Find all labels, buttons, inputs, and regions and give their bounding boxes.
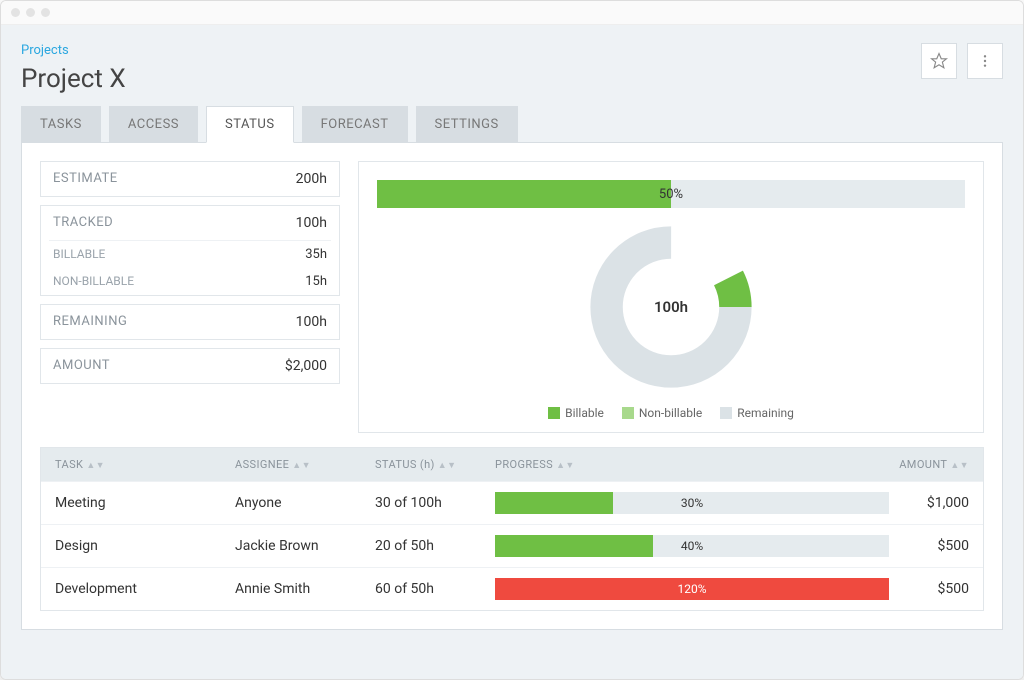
donut-chart: 100h [586, 222, 756, 392]
stat-value: 200h [296, 171, 327, 187]
stat-label: TRACKED [53, 215, 113, 231]
stat-estimate: ESTIMATE 200h [40, 161, 340, 197]
cell-status: 20 of 50h [375, 538, 495, 554]
overall-progress-label: 50% [377, 180, 965, 208]
stat-value: 15h [305, 274, 327, 289]
sort-icon: ▲▼ [289, 461, 311, 471]
stat-label: AMOUNT [53, 358, 110, 374]
more-vertical-icon [977, 53, 993, 69]
task-table: TASK▲▼ ASSIGNEE▲▼ STATUS (h)▲▼ PROGRESS▲… [40, 447, 984, 611]
star-icon [930, 52, 948, 70]
tab-access[interactable]: ACCESS [109, 106, 198, 143]
sort-icon: ▲▼ [435, 461, 457, 471]
stat-label: REMAINING [53, 314, 127, 330]
stat-remaining: REMAINING 100h [40, 304, 340, 340]
stat-value: 100h [296, 314, 327, 330]
cell-task: Development [55, 581, 235, 597]
cell-status: 60 of 50h [375, 581, 495, 597]
cell-progress: 120% [495, 578, 889, 600]
favorite-button[interactable] [921, 43, 957, 79]
col-header-assignee[interactable]: ASSIGNEE▲▼ [235, 458, 375, 471]
table-header-row: TASK▲▼ ASSIGNEE▲▼ STATUS (h)▲▼ PROGRESS▲… [41, 448, 983, 481]
stat-amount: AMOUNT $2,000 [40, 348, 340, 384]
table-row[interactable]: MeetingAnyone30 of 100h30%$1,000 [41, 481, 983, 524]
window-dot [11, 8, 20, 17]
cell-amount: $500 [889, 538, 969, 554]
legend-billable: Billable [565, 406, 604, 420]
cell-progress: 30% [495, 492, 889, 514]
cell-assignee: Jackie Brown [235, 538, 375, 554]
tabs: TASKS ACCESS STATUS FORECAST SETTINGS [21, 106, 1003, 143]
table-row[interactable]: DesignJackie Brown20 of 50h40%$500 [41, 524, 983, 567]
cell-progress: 40% [495, 535, 889, 557]
cell-amount: $500 [889, 581, 969, 597]
breadcrumb[interactable]: Projects [21, 43, 69, 58]
sort-icon: ▲▼ [83, 461, 105, 471]
legend-nonbillable: Non-billable [639, 406, 702, 420]
window-dot [41, 8, 50, 17]
table-row[interactable]: DevelopmentAnnie Smith60 of 50h120%$500 [41, 567, 983, 610]
donut-center-label: 100h [654, 298, 688, 316]
col-header-progress[interactable]: PROGRESS▲▼ [495, 458, 889, 471]
legend-remaining: Remaining [737, 406, 794, 420]
tab-tasks[interactable]: TASKS [21, 106, 101, 143]
chart-panel: 50% 100h Billable Non-billable Remaining [358, 161, 984, 433]
window-titlebar [1, 1, 1023, 25]
cell-task: Meeting [55, 495, 235, 511]
sort-icon: ▲▼ [947, 461, 969, 471]
stat-label: NON-BILLABLE [53, 274, 134, 289]
tab-settings[interactable]: SETTINGS [416, 106, 518, 143]
cell-assignee: Anyone [235, 495, 375, 511]
more-button[interactable] [967, 43, 1003, 79]
stat-value: $2,000 [285, 358, 327, 374]
chart-legend: Billable Non-billable Remaining [548, 406, 794, 420]
sort-icon: ▲▼ [553, 461, 575, 471]
col-header-status[interactable]: STATUS (h)▲▼ [375, 458, 495, 471]
page-title: Project X [21, 64, 126, 94]
cell-task: Design [55, 538, 235, 554]
overall-progress-bar: 50% [377, 180, 965, 208]
status-panel: ESTIMATE 200h TRACKED 100h BILLABLE 35h [21, 142, 1003, 630]
window-dot [26, 8, 35, 17]
col-header-amount[interactable]: AMOUNT▲▼ [889, 458, 969, 471]
tab-forecast[interactable]: FORECAST [302, 106, 408, 143]
tab-status[interactable]: STATUS [206, 106, 294, 143]
stat-label: BILLABLE [53, 247, 105, 262]
stat-tracked: TRACKED 100h BILLABLE 35h NON-BILLABLE 1… [40, 205, 340, 296]
cell-assignee: Annie Smith [235, 581, 375, 597]
col-header-task[interactable]: TASK▲▼ [55, 458, 235, 471]
cell-amount: $1,000 [889, 495, 969, 511]
cell-status: 30 of 100h [375, 495, 495, 511]
stat-value: 100h [296, 215, 327, 231]
stat-label: ESTIMATE [53, 171, 118, 187]
stat-value: 35h [305, 247, 327, 262]
